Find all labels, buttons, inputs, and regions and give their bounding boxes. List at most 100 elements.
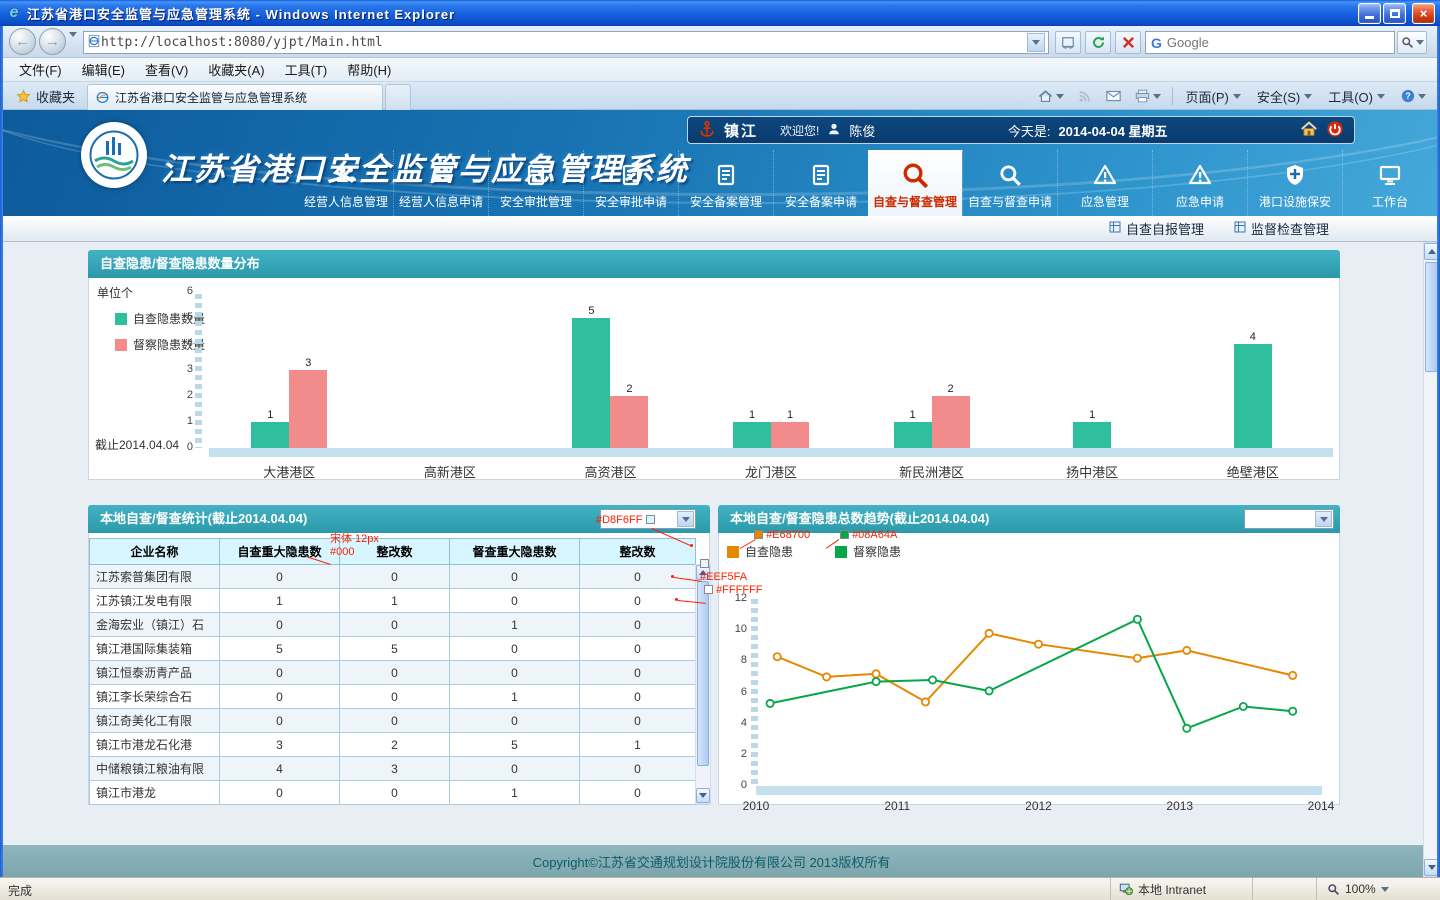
trend-select-arrow[interactable] <box>1315 511 1332 527</box>
user-name[interactable]: 陈俊 <box>849 121 875 140</box>
search-go-button[interactable] <box>1397 31 1427 54</box>
nav-item-label: 港口设施保安 <box>1259 193 1331 210</box>
toolbar-button-1[interactable]: 安全(S) <box>1250 85 1319 107</box>
toolbar-button-2[interactable]: 工具(O) <box>1321 85 1392 107</box>
table-row-7[interactable]: 镇江市港龙石化港3251 <box>90 733 696 757</box>
menu-item-5[interactable]: 帮助(H) <box>337 57 401 82</box>
stop-button[interactable] <box>1115 31 1141 54</box>
subnav-item-1[interactable]: 监督检查管理 <box>1234 219 1329 238</box>
stats-select-arrow[interactable] <box>677 511 694 527</box>
close-button[interactable]: × <box>1412 3 1435 24</box>
menu-item-3[interactable]: 收藏夹(A) <box>198 57 274 82</box>
toolbar-button-0[interactable]: 页面(P) <box>1179 85 1248 107</box>
bar-value-label: 2 <box>948 383 954 395</box>
table-row-5[interactable]: 镇江李长荣综合石0010 <box>90 685 696 709</box>
nav-item-8[interactable]: 应急管理 <box>1057 150 1152 216</box>
menu-item-0[interactable]: 文件(F) <box>9 57 72 82</box>
legend-label: 督察隐患 <box>853 543 901 560</box>
value-cell: 0 <box>220 565 340 589</box>
url-dropdown-button[interactable] <box>1027 33 1045 52</box>
print-button[interactable] <box>1130 85 1166 107</box>
web-search-input[interactable] <box>1167 35 1389 50</box>
intranet-zone-icon <box>1119 882 1133 896</box>
bar <box>610 396 648 448</box>
nav-item-3[interactable]: 安全审批申请 <box>583 150 678 216</box>
menu-item-1[interactable]: 编辑(E) <box>72 57 135 82</box>
value-cell: 1 <box>450 613 580 637</box>
menu-item-2[interactable]: 查看(V) <box>135 57 198 82</box>
trend-y-tick-label: 0 <box>725 779 747 791</box>
maximize-button[interactable] <box>1383 3 1406 24</box>
minimize-button[interactable] <box>1358 3 1381 24</box>
nav-item-0[interactable]: 经营人信息管理 <box>299 150 393 216</box>
table-row-2[interactable]: 金海宏业（镇江）石0010 <box>90 613 696 637</box>
nav-item-1[interactable]: 经营人信息申请 <box>393 150 488 216</box>
new-tab-stub[interactable] <box>385 84 411 110</box>
nav-item-11[interactable]: 工作台 <box>1342 150 1437 216</box>
doc-icon <box>524 157 548 193</box>
help-button[interactable]: ? <box>1396 85 1431 107</box>
table-scrollbar[interactable] <box>695 564 711 804</box>
nav-item-2[interactable]: 安全审批管理 <box>488 150 583 216</box>
portal-home-button[interactable] <box>1300 120 1318 141</box>
zoom-control[interactable]: 100% <box>1316 878 1436 900</box>
home-button[interactable] <box>1033 85 1069 107</box>
url-input[interactable] <box>101 35 1027 50</box>
monitor-icon <box>1378 157 1402 193</box>
back-button[interactable]: ← <box>9 28 36 55</box>
table-row-1[interactable]: 江苏镇江发电有限1100 <box>90 589 696 613</box>
table-row-0[interactable]: 江苏索普集团有限0000 <box>90 565 696 589</box>
table-row-8[interactable]: 中储粮镇江粮油有限4300 <box>90 757 696 781</box>
trend-panel-title: 本地自查/督查隐患总数趋势(截止2014.04.04) <box>730 511 989 526</box>
nav-item-4[interactable]: 安全备案管理 <box>678 150 773 216</box>
bar <box>1234 344 1272 448</box>
value-cell: 1 <box>220 589 340 613</box>
nav-item-7[interactable]: 自查与督查申请 <box>962 150 1057 216</box>
trend-point <box>1183 725 1190 732</box>
nav-item-6[interactable]: 自查与督查管理 <box>868 150 962 216</box>
favorites-button[interactable]: 收藏夹 <box>7 85 84 107</box>
table-row-6[interactable]: 镇江奇美化工有限0000 <box>90 709 696 733</box>
value-cell: 0 <box>450 757 580 781</box>
mail-button[interactable] <box>1101 85 1126 107</box>
stats-panel-body: 企业名称自查重大隐患数整改数督查重大隐患数整改数江苏索普集团有限0000江苏镇江… <box>88 533 710 805</box>
trend-point <box>774 653 781 660</box>
bar-category-label: 新民洲港区 <box>851 462 1012 481</box>
value-cell: 0 <box>580 781 696 805</box>
nav-item-10[interactable]: 港口设施保安 <box>1247 150 1342 216</box>
bar <box>733 422 771 448</box>
user-icon <box>827 122 841 139</box>
browser-window: e 江苏省港口安全监管与应急管理系统 - Windows Internet Ex… <box>0 0 1440 900</box>
doc-icon <box>714 157 738 193</box>
table-scroll-down-button[interactable] <box>696 788 710 803</box>
nav-item-5[interactable]: 安全备案申请 <box>773 150 868 216</box>
table-row-9[interactable]: 镇江市港龙0010 <box>90 781 696 805</box>
minimize-icon <box>1365 16 1374 19</box>
forward-button[interactable]: → <box>39 28 66 55</box>
table-row-4[interactable]: 镇江恒泰沥青产品0000 <box>90 661 696 685</box>
value-cell: 0 <box>450 709 580 733</box>
history-dropdown[interactable] <box>69 37 77 52</box>
logout-button[interactable] <box>1326 120 1344 141</box>
trend-filter-select[interactable] <box>1244 509 1334 529</box>
trend-point <box>823 673 830 680</box>
refresh-button[interactable] <box>1085 31 1111 54</box>
compatibility-view-button[interactable] <box>1055 31 1081 54</box>
menu-item-4[interactable]: 工具(T) <box>275 57 338 82</box>
nav-item-9[interactable]: 应急申请 <box>1152 150 1247 216</box>
trend-x-axis <box>756 786 1322 795</box>
feeds-button[interactable] <box>1073 85 1097 107</box>
value-cell: 1 <box>580 733 696 757</box>
legend-label: 自查隐患 <box>745 543 793 560</box>
status-text: 完成 <box>8 882 32 899</box>
design-note-font: 宋体 12px #000 <box>330 533 379 559</box>
trend-point <box>1134 616 1141 623</box>
table-row-3[interactable]: 镇江港国际集装箱5500 <box>90 637 696 661</box>
subnav-item-0[interactable]: 自查自报管理 <box>1109 219 1204 238</box>
trend-point <box>986 630 993 637</box>
bar-group-6: 4 <box>1172 292 1333 448</box>
table-scroll-thumb[interactable] <box>697 581 709 766</box>
browser-tab[interactable]: 江苏省港口安全监管与应急管理系统 <box>87 84 383 110</box>
bar-chart-y-axis <box>195 294 202 448</box>
tab-bar: 收藏夹 江苏省港口安全监管与应急管理系统 页面(P)安全(S)工具(O) <box>3 82 1437 110</box>
